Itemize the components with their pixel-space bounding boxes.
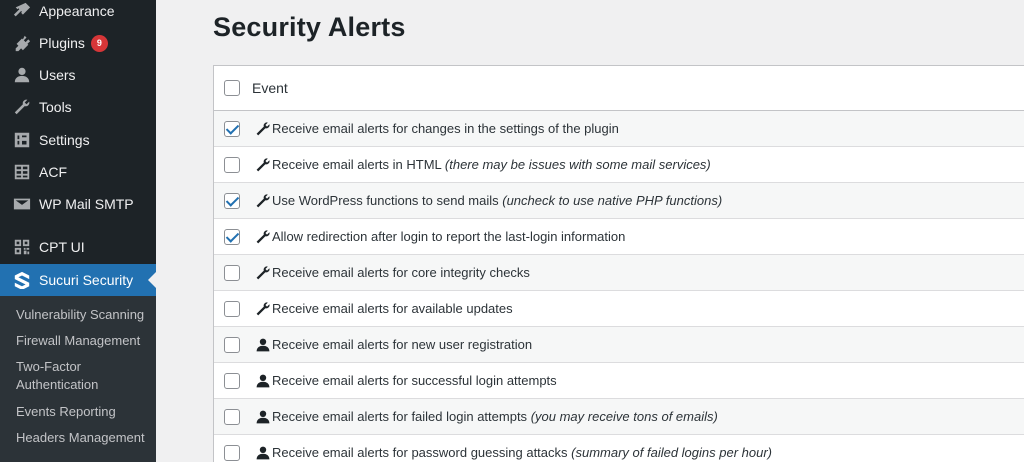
- sidebar-item-sucuri-security[interactable]: Sucuri Security: [0, 264, 156, 296]
- alert-checkbox[interactable]: [224, 229, 240, 245]
- alert-note: (you may receive tons of emails): [530, 409, 718, 424]
- wrench-icon: [255, 157, 271, 173]
- table-row: Use WordPress functions to send mails (u…: [214, 183, 1024, 219]
- wrench-icon: [12, 97, 32, 117]
- qr-icon: [12, 237, 32, 257]
- sidebar-item-label: Settings: [39, 132, 90, 148]
- wrench-icon: [255, 229, 271, 245]
- alert-checkbox[interactable]: [224, 337, 240, 353]
- user-icon: [255, 445, 271, 461]
- user-icon: [12, 65, 32, 85]
- table-row: Receive email alerts for failed login at…: [214, 399, 1024, 435]
- grid-icon: [12, 162, 32, 182]
- alert-label: Use WordPress functions to send mails (u…: [272, 193, 722, 208]
- user-icon: [255, 337, 271, 353]
- alert-text: Use WordPress functions to send mails: [272, 193, 503, 208]
- table-row: Receive email alerts for changes in the …: [214, 111, 1024, 147]
- alert-checkbox[interactable]: [224, 373, 240, 389]
- user-icon: [255, 373, 271, 389]
- plugin-icon: [12, 33, 32, 53]
- submenu-item-events-reporting[interactable]: Events Reporting: [16, 403, 152, 421]
- sidebar-item-label: Sucuri Security: [39, 272, 134, 288]
- sucuri-icon: [12, 270, 32, 290]
- alert-label: Receive email alerts for failed login at…: [272, 409, 718, 424]
- table-row: Receive email alerts for password guessi…: [214, 435, 1024, 462]
- alert-checkbox[interactable]: [224, 409, 240, 425]
- table-header: Event: [214, 66, 1024, 111]
- plugins-update-badge: 9: [90, 34, 108, 52]
- alert-text: Receive email alerts for failed login at…: [272, 409, 531, 424]
- submenu-item-two-factor-authentication[interactable]: Two-Factor Authentication: [16, 358, 126, 394]
- table-row: Receive email alerts in HTML (there may …: [214, 147, 1024, 183]
- alert-note: (uncheck to use native PHP functions): [502, 193, 723, 208]
- column-header-event: Event: [252, 80, 288, 96]
- settings-icon: [12, 130, 32, 150]
- wrench-icon: [255, 265, 271, 281]
- alert-checkbox[interactable]: [224, 445, 240, 461]
- sidebar-item-acf[interactable]: ACF: [0, 156, 156, 188]
- alert-text: Receive email alerts for new user regist…: [272, 337, 533, 352]
- sidebar-item-users[interactable]: Users: [0, 59, 156, 91]
- page-title: Security Alerts: [213, 12, 406, 42]
- paintbrush-icon: [12, 1, 32, 21]
- alert-text: Allow redirection after login to report …: [272, 229, 626, 244]
- wrench-icon: [255, 121, 271, 137]
- user-icon: [255, 409, 271, 425]
- alert-checkbox[interactable]: [224, 265, 240, 281]
- alert-text: Receive email alerts for password guessi…: [272, 445, 572, 460]
- sidebar-item-appearance[interactable]: Appearance: [0, 0, 156, 27]
- sidebar-item-label: WP Mail SMTP: [39, 196, 134, 212]
- alert-label: Receive email alerts for changes in the …: [272, 121, 619, 136]
- main-content: Security Alerts Event Receive email aler…: [156, 0, 1024, 462]
- alert-text: Receive email alerts for changes in the …: [272, 121, 619, 136]
- alert-note: (there may be issues with some mail serv…: [444, 157, 711, 172]
- sidebar-item-label: Tools: [39, 99, 72, 115]
- select-all-checkbox[interactable]: [224, 80, 240, 96]
- table-row: Receive email alerts for new user regist…: [214, 327, 1024, 363]
- alert-label: Receive email alerts for available updat…: [272, 301, 513, 316]
- alert-text: Receive email alerts in HTML: [272, 157, 445, 172]
- alert-checkbox[interactable]: [224, 157, 240, 173]
- alert-label: Allow redirection after login to report …: [272, 229, 625, 244]
- alert-note: (summary of failed logins per hour): [571, 445, 772, 460]
- wrench-icon: [255, 193, 271, 209]
- alert-label: Receive email alerts for new user regist…: [272, 337, 532, 352]
- alert-label: Receive email alerts in HTML (there may …: [272, 157, 711, 172]
- sidebar-item-label: Users: [39, 67, 76, 83]
- submenu-item-firewall-management[interactable]: Firewall Management: [16, 332, 152, 350]
- alert-checkbox[interactable]: [224, 121, 240, 137]
- sucuri-submenu: Vulnerability Scanning Firewall Manageme…: [0, 296, 156, 462]
- sidebar-item-cpt-ui[interactable]: CPT UI: [0, 231, 156, 263]
- sidebar-item-label: CPT UI: [39, 239, 85, 255]
- security-alerts-table: Event Receive email alerts for changes i…: [213, 65, 1024, 462]
- mail-icon: [12, 194, 32, 214]
- sidebar-item-tools[interactable]: Tools: [0, 91, 156, 123]
- sidebar-item-settings[interactable]: Settings: [0, 124, 156, 156]
- sidebar-item-label: Appearance: [39, 3, 115, 19]
- sidebar-item-label: ACF: [39, 164, 67, 180]
- sidebar-item-plugins[interactable]: Plugins 9: [0, 27, 156, 59]
- alert-checkbox[interactable]: [224, 301, 240, 317]
- admin-sidebar: Appearance Plugins 9 Users Tools Setting…: [0, 0, 156, 462]
- table-row: Allow redirection after login to report …: [214, 219, 1024, 255]
- submenu-item-headers-management[interactable]: Headers Management: [16, 429, 152, 447]
- alert-label: Receive email alerts for successful logi…: [272, 373, 557, 388]
- wrench-icon: [255, 301, 271, 317]
- sidebar-item-wp-mail-smtp[interactable]: WP Mail SMTP: [0, 188, 156, 220]
- sidebar-item-label: Plugins: [39, 35, 85, 51]
- table-row: Receive email alerts for core integrity …: [214, 255, 1024, 291]
- alert-text: Receive email alerts for available updat…: [272, 301, 513, 316]
- alert-label: Receive email alerts for password guessi…: [272, 445, 772, 460]
- alert-checkbox[interactable]: [224, 193, 240, 209]
- table-row: Receive email alerts for available updat…: [214, 291, 1024, 327]
- alert-text: Receive email alerts for core integrity …: [272, 265, 530, 280]
- table-row: Receive email alerts for successful logi…: [214, 363, 1024, 399]
- submenu-item-vulnerability-scanning[interactable]: Vulnerability Scanning: [16, 306, 152, 324]
- alert-label: Receive email alerts for core integrity …: [272, 265, 530, 280]
- alert-text: Receive email alerts for successful logi…: [272, 373, 557, 388]
